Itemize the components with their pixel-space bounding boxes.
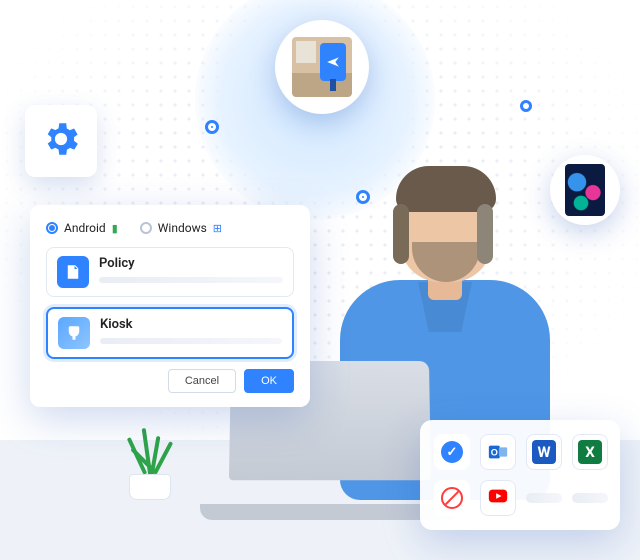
tablet-illustration (565, 164, 605, 216)
app-word[interactable]: W (526, 434, 562, 470)
word-icon: W (532, 440, 556, 464)
status-blocked-icon (434, 480, 470, 516)
kiosk-device-bubble (275, 20, 369, 114)
app-youtube[interactable] (480, 480, 516, 516)
radio-checked-icon (46, 222, 58, 234)
mode-option-title: Policy (99, 256, 283, 271)
map-marker-icon (356, 190, 370, 204)
ok-button[interactable]: OK (244, 369, 294, 393)
app-outlook[interactable]: O (480, 434, 516, 470)
windows-icon: ⊞ (213, 222, 221, 235)
os-option-windows[interactable]: Windows ⊞ (140, 221, 221, 235)
app-allowlist-card: ✓ O W X (420, 420, 620, 530)
kiosk-illustration (292, 37, 352, 97)
excel-icon: X (578, 440, 602, 464)
mode-option-policy[interactable]: Policy (46, 247, 294, 297)
status-allowed-icon: ✓ (434, 434, 470, 470)
gear-icon (40, 118, 82, 164)
radio-unchecked-icon (140, 222, 152, 234)
mode-option-kiosk[interactable]: Kiosk (46, 307, 294, 359)
kiosk-icon (58, 317, 90, 349)
tablet-device-bubble (550, 155, 620, 225)
device-mode-dialog: Android ▮ Windows ⊞ Policy Kiosk Cancel … (30, 205, 310, 407)
map-marker-icon (520, 100, 532, 112)
youtube-icon (487, 485, 509, 511)
placeholder-slot (526, 480, 562, 516)
os-option-android[interactable]: Android ▮ (46, 221, 118, 235)
mode-option-title: Kiosk (100, 317, 282, 332)
policy-icon (57, 256, 89, 288)
android-icon: ▮ (112, 222, 118, 235)
placeholder-line (99, 277, 283, 283)
placeholder-slot (572, 480, 608, 516)
placeholder-line (100, 338, 282, 344)
outlook-icon: O (487, 441, 509, 463)
os-option-label: Android (64, 221, 106, 235)
svg-text:O: O (491, 448, 498, 458)
map-marker-icon (205, 120, 219, 134)
settings-card (25, 105, 97, 177)
app-excel[interactable]: X (572, 434, 608, 470)
cancel-button[interactable]: Cancel (168, 369, 236, 393)
os-option-label: Windows (158, 221, 207, 235)
